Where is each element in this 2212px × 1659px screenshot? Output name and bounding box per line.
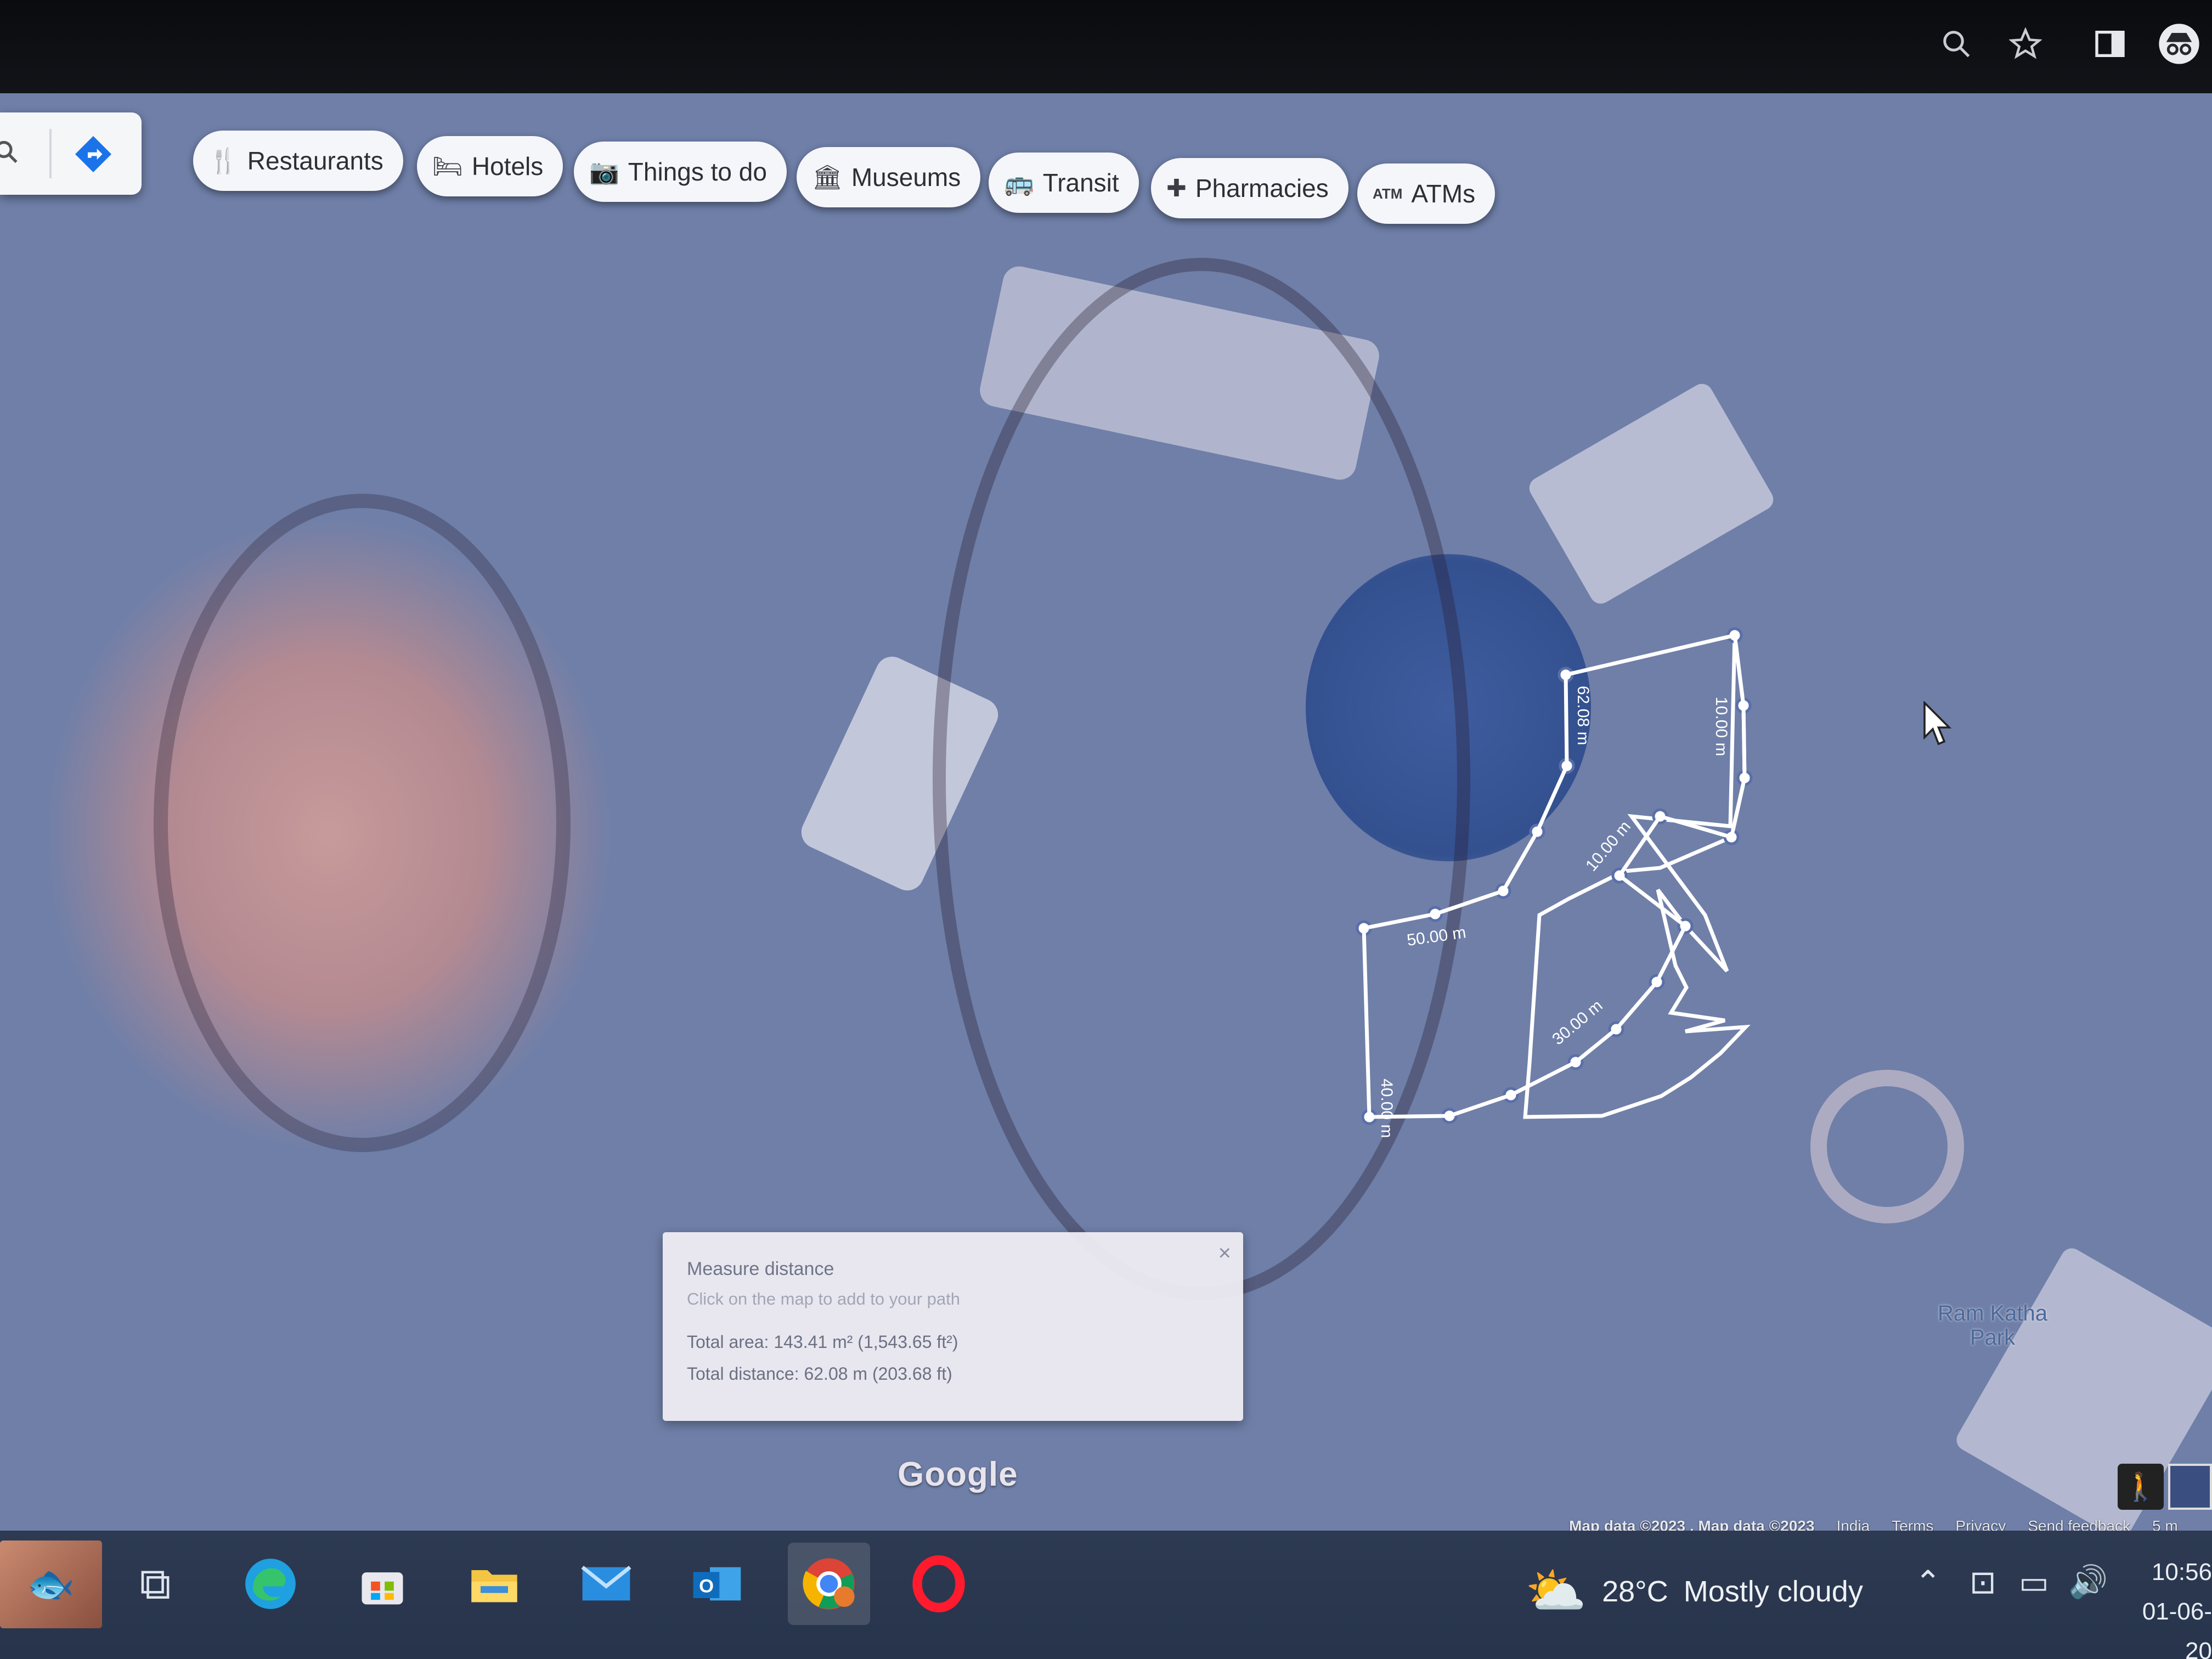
chevron-up-icon[interactable]: ⌃ <box>1915 1564 1942 1601</box>
opera-icon[interactable] <box>898 1543 980 1625</box>
task-view-icon[interactable]: ⧉ <box>114 1543 196 1625</box>
clock-date: 01-06-20 <box>2142 1598 2212 1659</box>
edge-icon[interactable] <box>229 1543 312 1625</box>
pegman-icon[interactable]: 🚶 <box>2118 1464 2164 1510</box>
clock-time: 10:56 <box>2151 1559 2212 1585</box>
segment-label: 30.00 m <box>1549 996 1606 1048</box>
clock[interactable]: 10:56 01-06-20 <box>2123 1553 2212 1659</box>
measure-hint: Click on the map to add to your path <box>687 1289 961 1308</box>
weather-desc: Mostly cloudy <box>1683 1575 1863 1608</box>
outlook-letter: O <box>699 1576 714 1597</box>
segment-label: 50.00 m <box>1406 923 1467 950</box>
cloudy-weather-icon: ⛅ <box>1525 1564 1587 1619</box>
total-area: Total area: 143.41 m² (1,543.65 ft²) <box>687 1332 958 1352</box>
mouse-cursor-icon <box>1923 700 1953 750</box>
segment-label: 10.00 m <box>1712 697 1730 756</box>
layers-thumbnail[interactable] <box>2168 1464 2212 1510</box>
battery-icon[interactable]: ▭ <box>2019 1564 2049 1601</box>
weather-temp: 28°C <box>1602 1575 1668 1608</box>
segment-label: 40.00 m <box>1378 1079 1396 1138</box>
weather-widget[interactable]: ⛅ 28°C Mostly cloudy <box>1525 1562 1863 1620</box>
google-logo: Google <box>898 1455 1018 1493</box>
network-icon[interactable]: ⊡ <box>1970 1564 1996 1601</box>
explorer-icon[interactable] <box>453 1543 535 1625</box>
mail-icon[interactable] <box>565 1543 647 1625</box>
volume-icon[interactable]: 🔊 <box>2068 1564 2108 1601</box>
measure-title: Measure distance <box>687 1259 834 1279</box>
segment-label: 62.08 m <box>1574 686 1592 745</box>
outlook-icon[interactable]: O <box>676 1543 758 1625</box>
close-icon[interactable]: × <box>1218 1241 1231 1266</box>
store-icon[interactable] <box>341 1543 424 1625</box>
widgets-icon[interactable]: 🐟 <box>0 1541 102 1628</box>
taskbar: 🐟 ⧉ O ⛅ 28°C Mostly cloudy ⌃ ⊡ ▭ 🔊 10:56… <box>0 1531 2212 1659</box>
poi-label[interactable]: Ram Katha Park <box>1927 1301 2058 1350</box>
chrome-icon[interactable] <box>788 1543 870 1625</box>
total-distance: Total distance: 62.08 m (203.68 ft) <box>687 1364 952 1384</box>
measure-distance-panel: Measure distance Click on the map to add… <box>663 1232 1243 1421</box>
